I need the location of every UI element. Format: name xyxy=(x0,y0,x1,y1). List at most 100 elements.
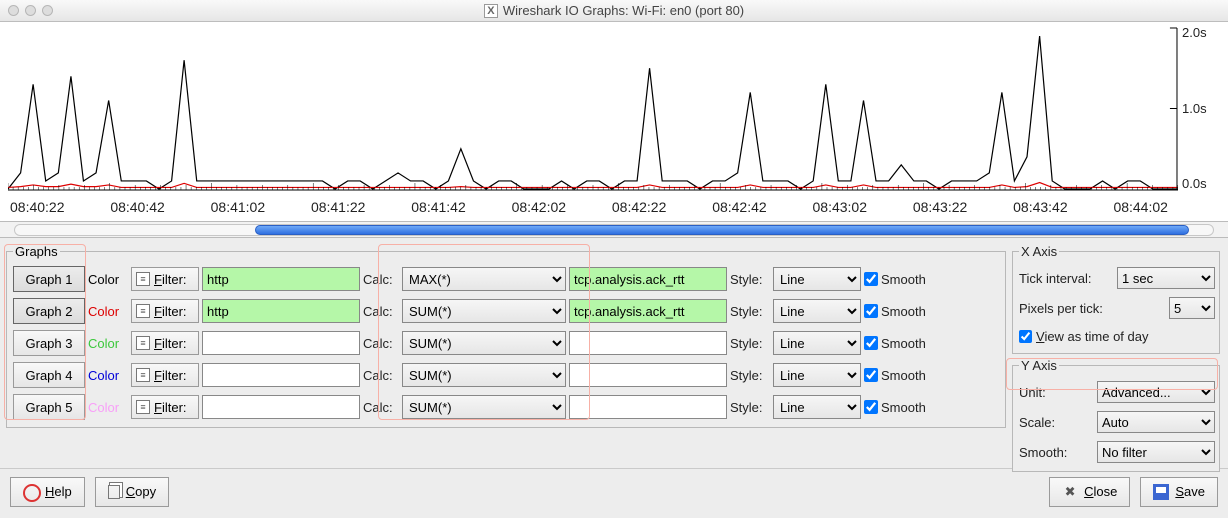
y-tick: 0.0s xyxy=(1182,177,1222,191)
x-tick: 08:41:22 xyxy=(311,199,366,215)
filter-icon: ≡ xyxy=(136,368,150,382)
pixels-per-tick-label: Pixels per tick: xyxy=(1019,301,1163,316)
x-axis-ticks: 08:40:2208:40:4208:41:0208:41:2208:41:42… xyxy=(10,199,1168,215)
graph-config-row: Graph 5Color≡Filter: Calc:SUM(*) Style:Lin… xyxy=(13,391,926,423)
color-label: Color xyxy=(88,400,128,415)
tick-interval-select[interactable]: 1 sec xyxy=(1117,267,1215,289)
help-button[interactable]: Help xyxy=(10,477,85,507)
calc-field-input[interactable] xyxy=(569,331,727,355)
graph-toggle-button[interactable]: Graph 4 xyxy=(13,362,85,388)
filter-button[interactable]: ≡Filter: xyxy=(131,331,199,355)
scrollbar-thumb[interactable] xyxy=(255,225,1189,235)
smooth-checkbox[interactable] xyxy=(864,336,878,350)
view-as-time-checkbox[interactable] xyxy=(1019,330,1032,343)
calc-select[interactable]: SUM(*) xyxy=(402,299,566,323)
filter-button[interactable]: ≡Filter: xyxy=(131,299,199,323)
filter-input[interactable] xyxy=(202,331,360,355)
filter-button[interactable]: ≡Filter: xyxy=(131,363,199,387)
smooth-checkbox-label[interactable]: Smooth xyxy=(864,336,926,351)
window-titlebar: X Wireshark IO Graphs: Wi-Fi: en0 (port … xyxy=(0,0,1228,22)
copy-icon xyxy=(108,485,120,499)
graph-toggle-button[interactable]: Graph 2 xyxy=(13,298,85,324)
filter-input[interactable] xyxy=(202,363,360,387)
tick-interval-label: Tick interval: xyxy=(1019,271,1111,286)
filter-icon: ≡ xyxy=(136,272,150,286)
graph-toggle-button[interactable]: Graph 1 xyxy=(13,266,85,292)
graph-horizontal-scrollbar[interactable] xyxy=(0,222,1228,238)
scale-select[interactable]: Auto xyxy=(1097,411,1215,433)
style-select[interactable]: Line xyxy=(773,395,861,419)
chart-svg xyxy=(8,26,1178,191)
filter-button[interactable]: ≡Filter: xyxy=(131,395,199,419)
graph-config-row: Graph 1Color≡Filter:Calc:MAX(*)Style:Lin… xyxy=(13,263,926,295)
dialog-footer: Help Copy Close Save xyxy=(0,468,1228,514)
chart-series-line xyxy=(8,36,1178,189)
pixels-per-tick-select[interactable]: 5 xyxy=(1169,297,1215,319)
calc-select[interactable]: SUM(*) xyxy=(402,331,566,355)
x-tick: 08:42:22 xyxy=(612,199,667,215)
x-tick: 08:43:42 xyxy=(1013,199,1068,215)
filter-icon: ≡ xyxy=(136,400,150,414)
y-axis-legend: Y Axis xyxy=(1019,358,1059,373)
unit-select[interactable]: Advanced... xyxy=(1097,381,1215,403)
filter-button[interactable]: ≡Filter: xyxy=(131,267,199,291)
style-select[interactable]: Line xyxy=(773,363,861,387)
close-button[interactable]: Close xyxy=(1049,477,1130,507)
unit-label: Unit: xyxy=(1019,385,1091,400)
x11-icon: X xyxy=(484,4,498,18)
calc-label: Calc: xyxy=(363,304,399,319)
x-tick: 08:42:42 xyxy=(712,199,767,215)
calc-label: Calc: xyxy=(363,336,399,351)
calc-label: Calc: xyxy=(363,400,399,415)
graph-config-row: Graph 3Color≡Filter:Calc:SUM(*)Style:Lin… xyxy=(13,327,926,359)
style-select[interactable]: Line xyxy=(773,331,861,355)
calc-select[interactable]: MAX(*) xyxy=(402,267,566,291)
copy-button[interactable]: Copy xyxy=(95,477,169,507)
style-select[interactable]: Line xyxy=(773,267,861,291)
io-graph-area[interactable]: 2.0s 1.0s 0.0s 08:40:2208:40:4208:41:020… xyxy=(0,22,1228,222)
calc-field-input[interactable] xyxy=(569,267,727,291)
save-icon xyxy=(1153,484,1169,500)
filter-input[interactable] xyxy=(202,299,360,323)
x-axis-legend: X Axis xyxy=(1019,244,1059,259)
x-tick: 08:43:02 xyxy=(813,199,868,215)
x-tick: 08:41:42 xyxy=(411,199,466,215)
graph-toggle-button[interactable]: Graph 3 xyxy=(13,330,85,356)
smooth-checkbox[interactable] xyxy=(864,400,878,414)
x-tick: 08:44:02 xyxy=(1113,199,1168,215)
style-select[interactable]: Line xyxy=(773,299,861,323)
y-tick: 1.0s xyxy=(1182,102,1222,116)
x-axis-fieldset: X Axis Tick interval: 1 sec Pixels per t… xyxy=(1012,244,1220,354)
color-label: Color xyxy=(88,272,128,287)
window-title: Wireshark IO Graphs: Wi-Fi: en0 (port 80… xyxy=(503,3,744,18)
calc-field-input[interactable] xyxy=(569,363,727,387)
style-label: Style: xyxy=(730,304,770,319)
graph-toggle-button[interactable]: Graph 5 xyxy=(13,394,85,420)
style-label: Style: xyxy=(730,400,770,415)
filter-input[interactable] xyxy=(202,395,360,419)
filter-input[interactable] xyxy=(202,267,360,291)
calc-field-input[interactable] xyxy=(569,395,727,419)
calc-select[interactable]: SUM(*) xyxy=(402,395,566,419)
filter-icon: ≡ xyxy=(136,304,150,318)
smooth-checkbox[interactable] xyxy=(864,304,878,318)
smooth-checkbox[interactable] xyxy=(864,368,878,382)
smooth-checkbox-label[interactable]: Smooth xyxy=(864,368,926,383)
calc-label: Calc: xyxy=(363,368,399,383)
scale-label: Scale: xyxy=(1019,415,1091,430)
calc-label: Calc: xyxy=(363,272,399,287)
style-label: Style: xyxy=(730,368,770,383)
smooth-checkbox-label[interactable]: Smooth xyxy=(864,272,926,287)
x-tick: 08:43:22 xyxy=(913,199,968,215)
smooth-select[interactable]: No filter xyxy=(1097,441,1215,463)
x-tick: 08:40:22 xyxy=(10,199,65,215)
smooth-checkbox-label[interactable]: Smooth xyxy=(864,304,926,319)
smooth-checkbox-label[interactable]: Smooth xyxy=(864,400,926,415)
calc-field-input[interactable] xyxy=(569,299,727,323)
view-as-time-label: View as time of day xyxy=(1036,329,1148,344)
smooth-checkbox[interactable] xyxy=(864,272,878,286)
calc-select[interactable]: SUM(*) xyxy=(402,363,566,387)
save-button[interactable]: Save xyxy=(1140,477,1218,507)
y-axis-ticks: 2.0s 1.0s 0.0s xyxy=(1182,26,1222,191)
filter-icon: ≡ xyxy=(136,336,150,350)
